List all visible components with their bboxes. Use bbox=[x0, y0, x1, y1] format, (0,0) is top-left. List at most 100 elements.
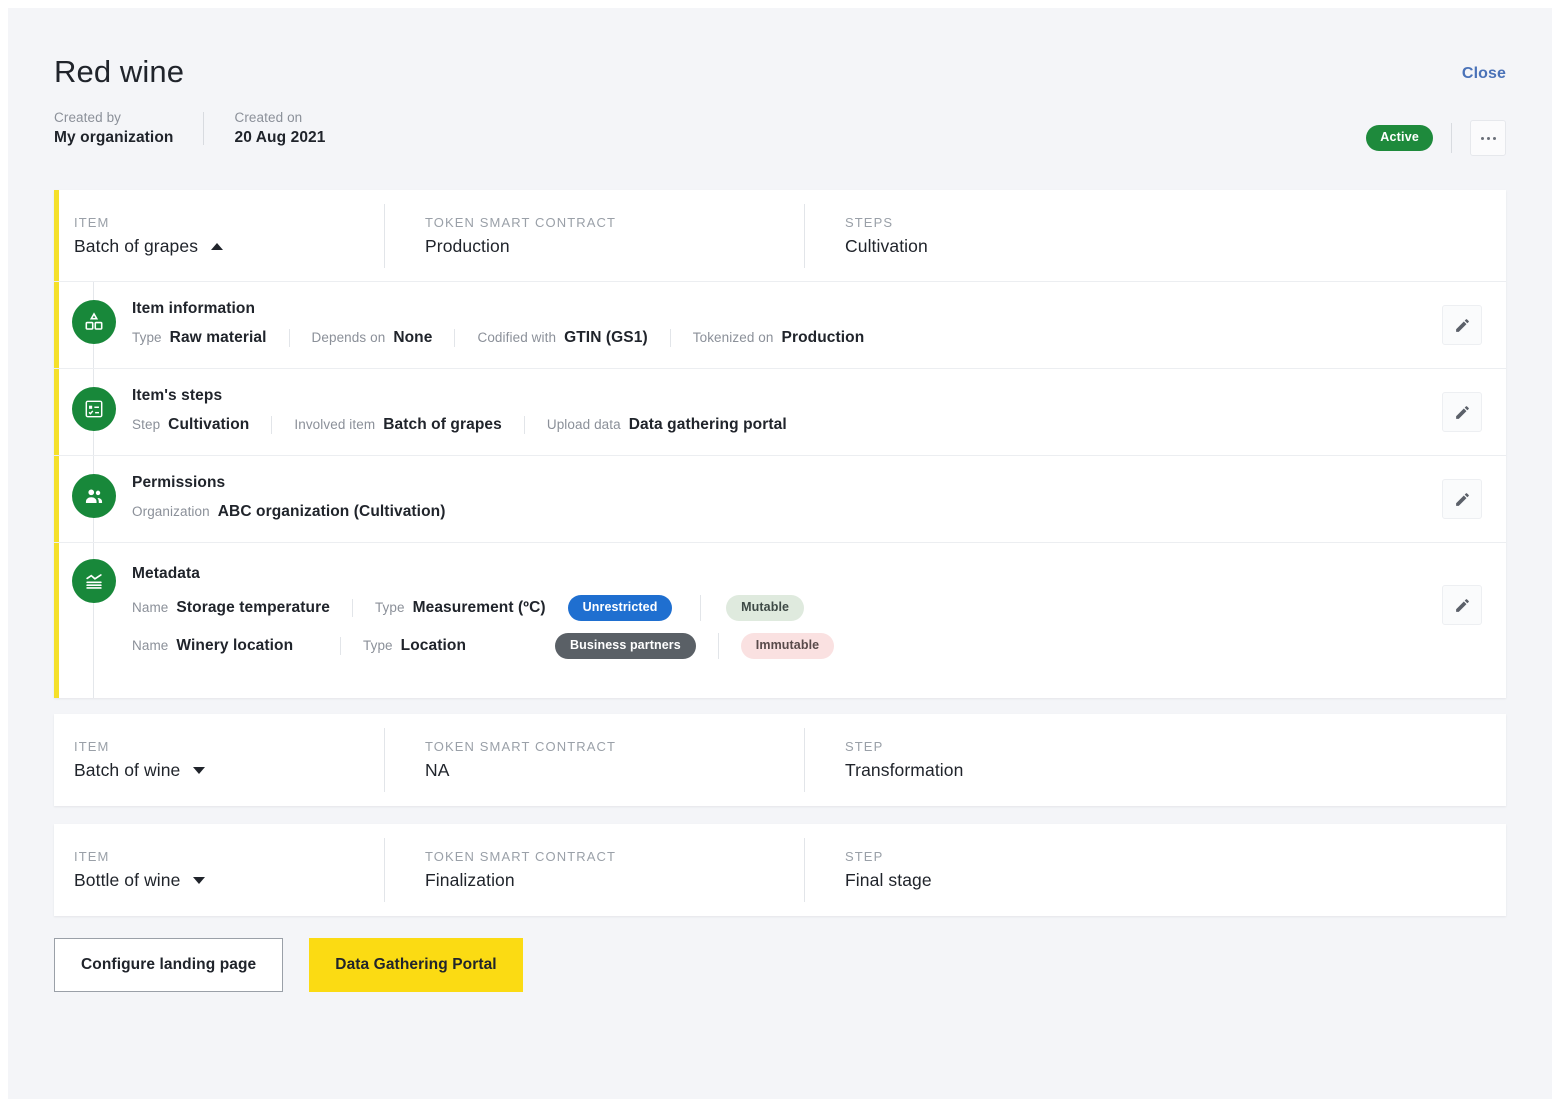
card-item-column: ITEM Bottle of wine bbox=[74, 842, 384, 898]
created-by-value: My organization bbox=[54, 129, 173, 147]
field-metadata-type-value: Location bbox=[401, 637, 466, 655]
configure-landing-page-button[interactable]: Configure landing page bbox=[54, 938, 283, 992]
card-item-column: ITEM Batch of wine bbox=[74, 732, 384, 788]
more-options-icon bbox=[1493, 137, 1496, 140]
field-upload-data-value: Data gathering portal bbox=[629, 416, 787, 434]
more-options-icon bbox=[1481, 137, 1484, 140]
token-value: Production bbox=[425, 236, 804, 257]
items-steps-title: Item's steps bbox=[132, 387, 809, 405]
field-step-label: Step bbox=[132, 417, 160, 432]
field-organization-value: ABC organization (Cultivation) bbox=[218, 503, 446, 521]
step-label: STEPS bbox=[845, 215, 1204, 230]
detail-row-items-steps: Item's steps Step Cultivation Involved i… bbox=[54, 369, 1506, 456]
mutability-badge: Immutable bbox=[741, 633, 834, 659]
token-label: TOKEN SMART CONTRACT bbox=[425, 849, 804, 864]
created-on-block: Created on 20 Aug 2021 bbox=[234, 110, 325, 147]
field-metadata-type-label: Type bbox=[363, 638, 393, 653]
field-metadata-type-label: Type bbox=[375, 600, 405, 615]
chevron-down-icon[interactable] bbox=[193, 767, 205, 774]
field-step: Step Cultivation bbox=[132, 416, 271, 434]
metadata-body: Metadata Name Storage temperature Type M… bbox=[132, 565, 856, 659]
metadata-mutability-cell: Immutable bbox=[718, 633, 856, 659]
item-information-body: Item information Type Raw material Depen… bbox=[132, 300, 886, 351]
created-on-value: 20 Aug 2021 bbox=[234, 129, 325, 147]
users-icon bbox=[72, 474, 116, 518]
item-value-text: Bottle of wine bbox=[74, 870, 180, 891]
field-type: Type Raw material bbox=[132, 329, 289, 347]
metadata-row: Name Winery location Type Location Busin… bbox=[132, 633, 856, 659]
field-metadata-name: Name Storage temperature bbox=[132, 599, 352, 617]
page-title: Red wine bbox=[54, 54, 184, 90]
field-metadata-type: Type Measurement (ºC) bbox=[352, 599, 568, 617]
data-gathering-portal-button[interactable]: Data Gathering Portal bbox=[309, 938, 522, 992]
created-by-block: Created by My organization bbox=[54, 110, 173, 147]
field-upload-data: Upload data Data gathering portal bbox=[524, 416, 809, 434]
item-label: ITEM bbox=[74, 739, 384, 754]
token-label: TOKEN SMART CONTRACT bbox=[425, 215, 804, 230]
item-value-text: Batch of grapes bbox=[74, 236, 198, 257]
edit-metadata-button[interactable] bbox=[1442, 585, 1482, 625]
metadata-visibility-cell: Unrestricted bbox=[568, 595, 700, 621]
field-depends-on-label: Depends on bbox=[312, 330, 386, 345]
visibility-badge: Unrestricted bbox=[568, 595, 673, 621]
field-codified-with-value: GTIN (GS1) bbox=[564, 329, 648, 347]
items-steps-fields: Step Cultivation Involved item Batch of … bbox=[132, 412, 809, 438]
metadata-row: Name Storage temperature Type Measuremen… bbox=[132, 595, 856, 621]
token-label: TOKEN SMART CONTRACT bbox=[425, 739, 804, 754]
more-options-icon bbox=[1487, 137, 1490, 140]
card-step-column: STEP Final stage bbox=[804, 842, 1204, 898]
item-value: Bottle of wine bbox=[74, 870, 384, 891]
edit-items-steps-button[interactable] bbox=[1442, 392, 1482, 432]
card-header-row[interactable]: ITEM Batch of grapes TOKEN SMART CONTRAC… bbox=[54, 190, 1506, 282]
footer-actions: Configure landing page Data Gathering Po… bbox=[54, 938, 523, 992]
card-header-row[interactable]: ITEM Bottle of wine TOKEN SMART CONTRACT… bbox=[54, 824, 1506, 916]
page-root: Red wine Close Created by My organizatio… bbox=[8, 8, 1552, 1099]
item-card-bottle-of-wine: ITEM Bottle of wine TOKEN SMART CONTRACT… bbox=[54, 824, 1506, 916]
item-information-title: Item information bbox=[132, 300, 886, 318]
item-label: ITEM bbox=[74, 215, 384, 230]
edit-item-information-button[interactable] bbox=[1442, 305, 1482, 345]
created-by-label: Created by bbox=[54, 110, 173, 125]
item-card-batch-of-wine: ITEM Batch of wine TOKEN SMART CONTRACT … bbox=[54, 714, 1506, 806]
step-value: Final stage bbox=[845, 870, 1204, 891]
metadata-mutability-cell: Mutable bbox=[700, 595, 830, 621]
field-metadata-type: Type Location bbox=[340, 637, 555, 655]
permissions-title: Permissions bbox=[132, 474, 468, 492]
meta-divider bbox=[203, 112, 204, 145]
step-label: STEP bbox=[845, 849, 1204, 864]
close-link[interactable]: Close bbox=[1462, 65, 1506, 83]
step-label: STEP bbox=[845, 739, 1204, 754]
token-value: Finalization bbox=[425, 870, 804, 891]
step-value: Cultivation bbox=[845, 236, 1204, 257]
header-actions: Active bbox=[1366, 120, 1506, 156]
field-depends-on: Depends on None bbox=[289, 329, 455, 347]
field-tokenized-on-value: Production bbox=[782, 329, 865, 347]
detail-row-item-information: Item information Type Raw material Depen… bbox=[54, 282, 1506, 369]
card-step-column: STEP Transformation bbox=[804, 732, 1204, 788]
field-depends-on-value: None bbox=[393, 329, 432, 347]
field-step-value: Cultivation bbox=[168, 416, 249, 434]
item-value-text: Batch of wine bbox=[74, 760, 180, 781]
field-upload-data-label: Upload data bbox=[547, 417, 621, 432]
chevron-up-icon[interactable] bbox=[211, 243, 223, 250]
field-metadata-type-value: Measurement (ºC) bbox=[413, 599, 546, 617]
more-options-button[interactable] bbox=[1470, 120, 1506, 156]
card-token-column: TOKEN SMART CONTRACT Production bbox=[384, 208, 804, 264]
item-label: ITEM bbox=[74, 849, 384, 864]
detail-row-metadata: Metadata Name Storage temperature Type M… bbox=[54, 543, 1506, 698]
card-item-column: ITEM Batch of grapes bbox=[74, 208, 384, 264]
item-value: Batch of wine bbox=[74, 760, 384, 781]
field-tokenized-on-label: Tokenized on bbox=[693, 330, 774, 345]
field-involved-item-label: Involved item bbox=[294, 417, 375, 432]
edit-permissions-button[interactable] bbox=[1442, 479, 1482, 519]
shapes-icon bbox=[72, 300, 116, 344]
permissions-body: Permissions Organization ABC organizatio… bbox=[132, 474, 468, 525]
field-type-label: Type bbox=[132, 330, 162, 345]
field-metadata-name: Name Winery location bbox=[132, 637, 340, 655]
chevron-down-icon[interactable] bbox=[193, 877, 205, 884]
card-header-row[interactable]: ITEM Batch of wine TOKEN SMART CONTRACT … bbox=[54, 714, 1506, 806]
mutability-badge: Mutable bbox=[726, 595, 804, 621]
item-card-batch-of-grapes: ITEM Batch of grapes TOKEN SMART CONTRAC… bbox=[54, 190, 1506, 698]
token-value: NA bbox=[425, 760, 804, 781]
detail-row-permissions: Permissions Organization ABC organizatio… bbox=[54, 456, 1506, 543]
